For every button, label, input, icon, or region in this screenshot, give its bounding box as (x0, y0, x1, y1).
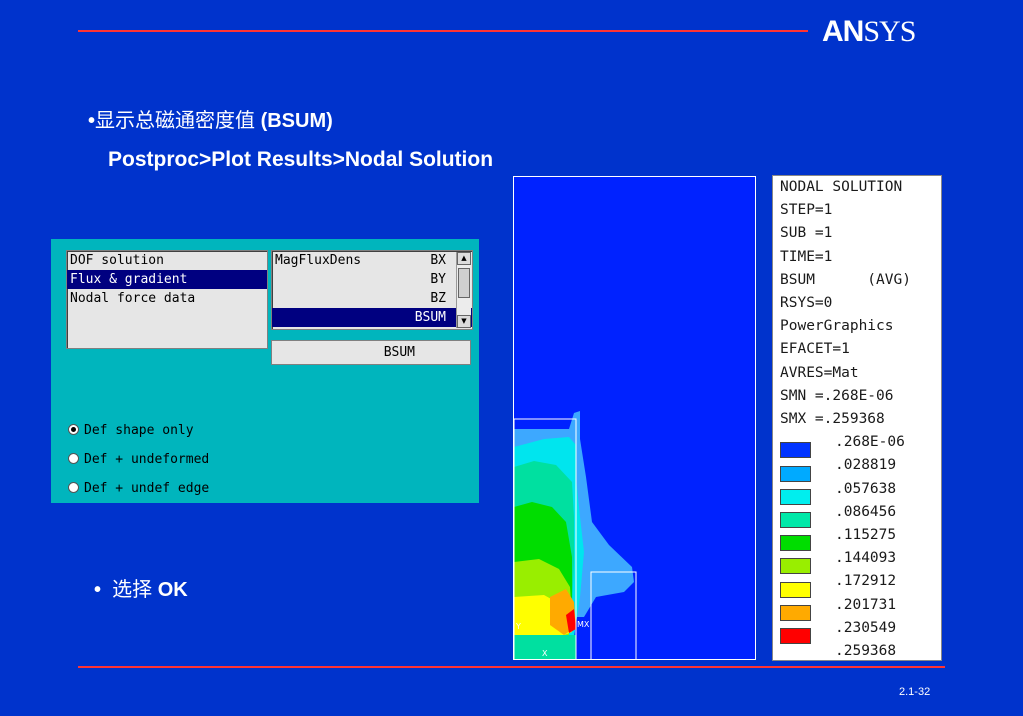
bsum-contour-plot: MX Y X (513, 176, 756, 660)
radio-circle-icon[interactable] (68, 424, 79, 435)
page-number: 2.1-32 (899, 686, 931, 698)
item-option[interactable]: BZ (272, 289, 472, 308)
legend-color-swatch (780, 512, 811, 528)
legend-color-swatch (780, 465, 811, 482)
legend-min-value: .268E-06 (835, 434, 905, 451)
legend-color-swatch (780, 558, 811, 575)
top-divider (78, 30, 808, 32)
item-group-label: MagFluxDens (275, 253, 362, 268)
item-component-label: BZ (430, 291, 446, 306)
item-component-label: BY (430, 272, 446, 287)
legend-info-line: PowerGraphics (780, 318, 894, 335)
legend-band-value: .057638 (835, 480, 897, 497)
legend-info-line: SUB =1 (780, 225, 833, 242)
legend-band-value: .259368 (835, 643, 897, 659)
category-item[interactable]: Flux & gradient (67, 270, 267, 289)
legend-band-value: .028819 (835, 457, 897, 474)
item-listbox[interactable]: MagFluxDens BX BY BZ BSUM ▲ ▼ (271, 250, 473, 330)
legend-color-swatch (780, 581, 811, 598)
item-option[interactable]: BSUM (272, 308, 472, 327)
legend-band-value: .115275 (835, 527, 897, 543)
bullet-display-bsum: •显示总磁通密度值 (BSUM) (88, 108, 333, 132)
mx-marker: MX (577, 620, 590, 629)
legend-info-line: AVRES=Mat (780, 364, 859, 381)
item-component-label: BSUM (414, 310, 446, 325)
legend-info-line: SMN =.268E-06 (780, 387, 894, 404)
radio-circle-icon[interactable] (68, 482, 79, 493)
legend-color-swatch (780, 442, 811, 459)
legend-info-line: STEP=1 (780, 202, 833, 219)
legend-info-line: NODAL SOLUTION (780, 179, 903, 195)
radio-circle-icon[interactable] (68, 453, 79, 464)
radio-option[interactable]: Def + undef edge (68, 479, 209, 499)
legend-info-line: TIME=1 (780, 248, 833, 265)
legend-color-swatch (780, 604, 811, 621)
contour-graphic: MX Y X (514, 177, 755, 659)
legend-info-line: SMX =.259368 (780, 411, 885, 427)
item-component-label: BX (430, 253, 446, 268)
item-list-scrollbar[interactable]: ▲ ▼ (456, 252, 471, 328)
radio-label: Def shape only (84, 423, 194, 438)
radio-option[interactable]: Def shape only (68, 421, 194, 441)
scrollbar-thumb[interactable] (458, 268, 470, 298)
bullet-select-ok: • 选择 OK (94, 577, 188, 601)
nodal-solution-dialog: DOF solution Flux & gradient Nodal force d… (51, 239, 479, 503)
legend-band-value: .172912 (835, 573, 897, 590)
legend-color-swatch (780, 488, 811, 505)
legend-info-line: RSYS=0 (780, 295, 833, 311)
legend-info-line: BSUM (AVG) (780, 271, 911, 288)
legend-color-swatch (780, 628, 811, 644)
category-item[interactable]: DOF solution (67, 251, 267, 270)
item-option[interactable]: BY (272, 270, 472, 289)
axis-y-label: Y (515, 622, 521, 631)
axis-x-label: X (542, 649, 548, 658)
radio-label: Def + undef edge (84, 481, 210, 496)
legend-band-value: .201731 (835, 596, 897, 613)
category-item[interactable]: Nodal force data (67, 289, 267, 308)
ansys-logo: ANSYS (822, 15, 916, 48)
menu-path: Postproc>Plot Results>Nodal Solution (108, 148, 494, 171)
bottom-divider (78, 666, 945, 668)
legend-band-value: .144093 (835, 550, 897, 567)
legend-color-swatch (780, 535, 811, 552)
item-option[interactable]: MagFluxDens BX (272, 251, 472, 270)
radio-option[interactable]: Def + undeformed (68, 450, 209, 470)
legend-band-value: .230549 (835, 619, 897, 636)
scroll-up-icon[interactable]: ▲ (457, 252, 471, 265)
contour-legend: NODAL SOLUTION STEP=1 SUB =1 TIME=1 BSUM (AV… (772, 175, 942, 661)
selected-item-field[interactable]: BSUM (271, 340, 471, 365)
legend-band-value: .086456 (835, 503, 897, 520)
scroll-down-icon[interactable]: ▼ (457, 315, 471, 328)
legend-info-line: EFACET=1 (780, 341, 850, 358)
category-listbox[interactable]: DOF solution Flux & gradient Nodal force d… (66, 250, 268, 349)
radio-label: Def + undeformed (84, 452, 210, 467)
